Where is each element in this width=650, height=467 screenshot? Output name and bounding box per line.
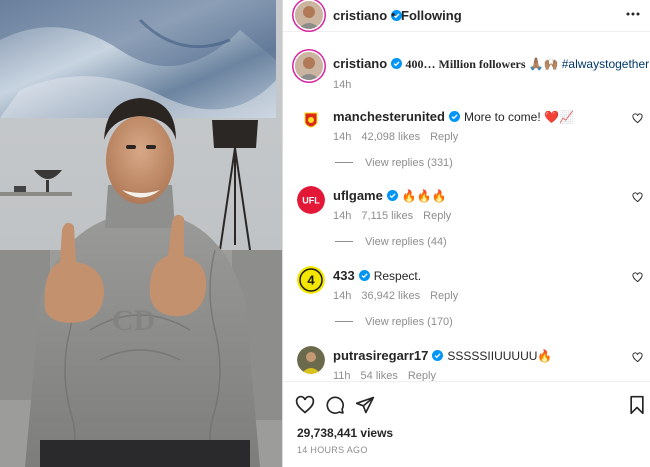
433-logo-text: 4 <box>307 273 315 288</box>
post-timestamp[interactable]: 14 HOURS AGO <box>297 445 368 455</box>
caption-timestamp: 14h <box>333 79 352 91</box>
author-avatar[interactable] <box>295 1 323 29</box>
comment-icon[interactable] <box>325 395 345 415</box>
heart-icon[interactable] <box>632 272 643 283</box>
commenter-username[interactable]: 433 <box>333 268 355 283</box>
header-separator: • <box>391 7 396 22</box>
reply-button[interactable]: Reply <box>430 131 458 143</box>
ufl-logo-text: UFL <box>302 196 320 206</box>
comment-item: manchesterunited More to come! ❤️📈 14h 42,… <box>295 105 645 175</box>
post-details-panel: cristiano • Following cristiano 400… Mil… <box>282 0 650 467</box>
verified-badge-icon <box>391 58 403 69</box>
bookmark-icon[interactable] <box>627 395 647 415</box>
comment-text: 🔥🔥🔥 <box>401 189 447 203</box>
caption-author-avatar[interactable] <box>295 52 323 80</box>
verified-badge-icon <box>358 270 370 281</box>
commenter-username[interactable]: manchesterunited <box>333 109 445 124</box>
heart-icon[interactable] <box>632 192 643 203</box>
heart-icon[interactable] <box>632 113 643 124</box>
caption-hashtag-link[interactable]: #alwaystogether <box>562 57 649 71</box>
comment-time: 11h <box>333 370 351 381</box>
comment-likes[interactable]: 54 likes <box>361 370 398 381</box>
caption-username[interactable]: cristiano <box>333 56 387 71</box>
comment-time: 14h <box>333 131 352 143</box>
commenter-avatar[interactable]: UFL <box>297 186 325 214</box>
view-replies-button[interactable]: View replies (44) <box>335 236 447 248</box>
comment-item: UFL uflgame 🔥🔥🔥 14h 7,115 likes Reply View … <box>295 184 645 254</box>
comment-likes[interactable]: 42,098 likes <box>361 131 420 143</box>
caption-text: 400… Million followers 🙏🏽🙌🏽 <box>405 57 559 71</box>
comment-likes[interactable]: 36,942 likes <box>361 290 420 302</box>
post-media[interactable]: CD <box>0 0 282 467</box>
reply-button[interactable]: Reply <box>408 370 436 381</box>
share-icon[interactable] <box>355 395 375 415</box>
verified-badge-icon <box>386 190 398 201</box>
view-count[interactable]: 29,738,441 views <box>297 426 393 440</box>
heart-icon[interactable] <box>632 352 643 363</box>
view-replies-button[interactable]: View replies (331) <box>335 157 453 169</box>
commenter-avatar[interactable] <box>297 346 325 374</box>
comment-text: More to come! ❤️📈 <box>463 110 574 124</box>
comment-time: 14h <box>333 210 352 222</box>
comment-item: putrasiregarr17 SSSSSIIUUUUU🔥 11h 54 likes… <box>295 344 645 381</box>
svg-text:CD: CD <box>112 304 155 337</box>
comments-list[interactable]: cristiano 400… Million followers 🙏🏽🙌🏽 #a… <box>283 33 650 381</box>
comment-time: 14h <box>333 290 352 302</box>
verified-badge-icon <box>432 350 444 361</box>
comment-item: 4 433 Respect. 14h 36,942 likes Reply View … <box>295 264 645 334</box>
reply-button[interactable]: Reply <box>423 210 451 222</box>
comment-text: Respect. <box>373 269 422 283</box>
post-video-frame: CD <box>0 0 282 467</box>
reply-button[interactable]: Reply <box>430 290 458 302</box>
commenter-username[interactable]: putrasiregarr17 <box>333 348 428 363</box>
following-button[interactable]: Following <box>401 8 462 23</box>
post-actions-bar: 29,738,441 views 14 HOURS AGO <box>283 381 650 467</box>
verified-badge-icon <box>448 111 460 122</box>
commenter-username[interactable]: uflgame <box>333 188 383 203</box>
commenter-avatar[interactable]: 4 <box>297 266 325 294</box>
comment-text: SSSSSIIUUUUU🔥 <box>447 349 553 363</box>
more-icon[interactable] <box>625 6 641 22</box>
view-replies-button[interactable]: View replies (170) <box>335 316 453 328</box>
heart-icon[interactable] <box>295 395 315 415</box>
post-header: cristiano • Following <box>283 0 650 32</box>
comment-likes[interactable]: 7,115 likes <box>361 210 413 222</box>
commenter-avatar[interactable] <box>297 107 325 135</box>
